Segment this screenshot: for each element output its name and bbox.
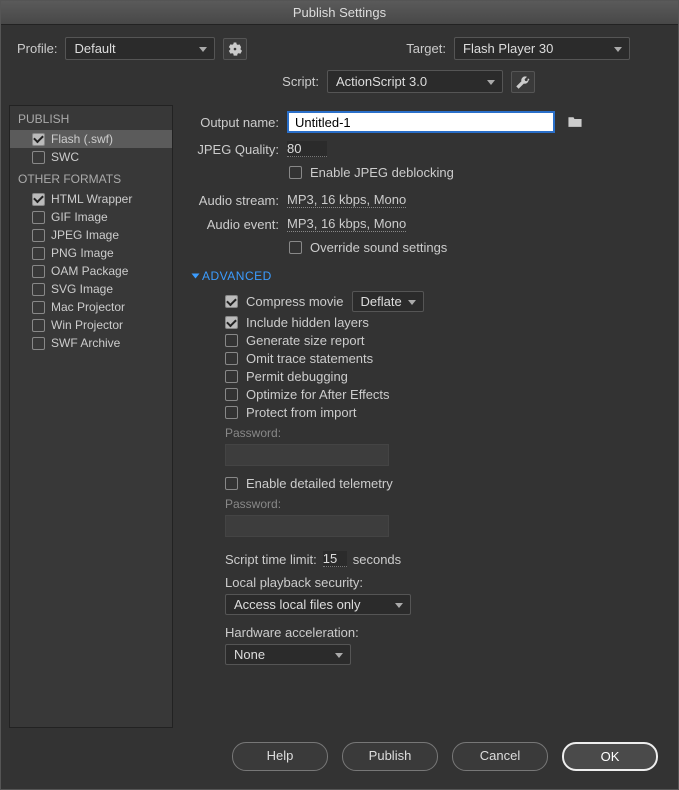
enable-telemetry-checkbox[interactable] bbox=[225, 477, 238, 490]
help-button[interactable]: Help bbox=[232, 742, 328, 771]
omit-trace-label: Omit trace statements bbox=[246, 351, 373, 366]
permit-debugging-label: Permit debugging bbox=[246, 369, 348, 384]
format-sidebar: PUBLISH Flash (.swf) SWC OTHER FORMATS HT… bbox=[9, 105, 173, 728]
optimize-ae-label: Optimize for After Effects bbox=[246, 387, 390, 402]
sidebar-item[interactable]: SWC bbox=[10, 148, 172, 166]
enable-jpeg-deblocking-label: Enable JPEG deblocking bbox=[310, 165, 454, 180]
jpeg-quality-label: JPEG Quality: bbox=[193, 142, 279, 157]
sidebar-item[interactable]: GIF Image bbox=[10, 208, 172, 226]
publish-button[interactable]: Publish bbox=[342, 742, 438, 771]
sidebar-item-label: Mac Projector bbox=[51, 300, 125, 314]
sidebar-item-label: PNG Image bbox=[51, 246, 114, 260]
override-sound-checkbox[interactable] bbox=[289, 241, 302, 254]
generate-size-report-checkbox[interactable] bbox=[225, 334, 238, 347]
sidebar-item-checkbox[interactable] bbox=[32, 133, 45, 146]
browse-folder-button[interactable] bbox=[563, 111, 587, 133]
sidebar-item-label: OAM Package bbox=[51, 264, 128, 278]
sidebar-item[interactable]: JPEG Image bbox=[10, 226, 172, 244]
sidebar-item-checkbox[interactable] bbox=[32, 283, 45, 296]
local-playback-label: Local playback security: bbox=[225, 575, 662, 590]
include-hidden-layers-checkbox[interactable] bbox=[225, 316, 238, 329]
omit-trace-checkbox[interactable] bbox=[225, 352, 238, 365]
sidebar-item-label: GIF Image bbox=[51, 210, 108, 224]
sidebar-item-checkbox[interactable] bbox=[32, 229, 45, 242]
ok-button[interactable]: OK bbox=[562, 742, 658, 771]
include-hidden-layers-label: Include hidden layers bbox=[246, 315, 369, 330]
sidebar-item[interactable]: Flash (.swf) bbox=[10, 130, 172, 148]
sidebar-item[interactable]: SWF Archive bbox=[10, 334, 172, 352]
sidebar-item[interactable]: Mac Projector bbox=[10, 298, 172, 316]
optimize-ae-checkbox[interactable] bbox=[225, 388, 238, 401]
profile-select[interactable]: Default bbox=[65, 37, 215, 60]
sidebar-item[interactable]: HTML Wrapper bbox=[10, 190, 172, 208]
folder-icon bbox=[568, 115, 582, 129]
generate-size-report-label: Generate size report bbox=[246, 333, 365, 348]
compress-movie-label: Compress movie bbox=[246, 294, 344, 309]
sidebar-item-checkbox[interactable] bbox=[32, 301, 45, 314]
compress-movie-checkbox[interactable] bbox=[225, 295, 238, 308]
titlebar: Publish Settings bbox=[1, 1, 678, 25]
password-input-1[interactable] bbox=[225, 444, 389, 466]
gear-icon bbox=[228, 42, 242, 56]
password-input-2[interactable] bbox=[225, 515, 389, 537]
profile-options-button[interactable] bbox=[223, 38, 247, 60]
sidebar-item-label: Win Projector bbox=[51, 318, 123, 332]
publish-settings-dialog: Publish Settings Profile: Default Target… bbox=[0, 0, 679, 790]
seconds-label: seconds bbox=[353, 552, 401, 567]
sidebar-item-label: SWC bbox=[51, 150, 79, 164]
sidebar-item-label: JPEG Image bbox=[51, 228, 119, 242]
sidebar-item-checkbox[interactable] bbox=[32, 247, 45, 260]
script-time-limit-input[interactable] bbox=[323, 551, 347, 567]
actionscript-settings-button[interactable] bbox=[511, 71, 535, 93]
enable-telemetry-label: Enable detailed telemetry bbox=[246, 476, 393, 491]
sidebar-item-checkbox[interactable] bbox=[32, 265, 45, 278]
output-name-label: Output name: bbox=[193, 115, 279, 130]
script-select[interactable]: ActionScript 3.0 bbox=[327, 70, 503, 93]
target-label: Target: bbox=[396, 41, 446, 56]
sidebar-item[interactable]: Win Projector bbox=[10, 316, 172, 334]
sidebar-item-checkbox[interactable] bbox=[32, 193, 45, 206]
sidebar-item[interactable]: PNG Image bbox=[10, 244, 172, 262]
enable-jpeg-deblocking-checkbox[interactable] bbox=[289, 166, 302, 179]
sidebar-item-checkbox[interactable] bbox=[32, 337, 45, 350]
settings-panel: Output name: JPEG Quality: Enable JPEG d… bbox=[173, 105, 662, 728]
sidebar-item-label: Flash (.swf) bbox=[51, 132, 113, 146]
output-name-input[interactable] bbox=[287, 111, 555, 133]
target-select[interactable]: Flash Player 30 bbox=[454, 37, 630, 60]
sidebar-item[interactable]: OAM Package bbox=[10, 262, 172, 280]
sidebar-item[interactable]: SVG Image bbox=[10, 280, 172, 298]
password-label-2: Password: bbox=[225, 497, 662, 511]
other-formats-group-label: OTHER FORMATS bbox=[10, 166, 172, 190]
compress-method-select[interactable]: Deflate bbox=[352, 291, 424, 312]
audio-event-link[interactable]: MP3, 16 kbps, Mono bbox=[287, 216, 406, 232]
sidebar-item-checkbox[interactable] bbox=[32, 319, 45, 332]
sidebar-item-label: HTML Wrapper bbox=[51, 192, 132, 206]
script-label: Script: bbox=[269, 74, 319, 89]
publish-group-label: PUBLISH bbox=[10, 106, 172, 130]
profile-label: Profile: bbox=[17, 41, 57, 56]
audio-event-label: Audio event: bbox=[193, 217, 279, 232]
local-playback-select[interactable]: Access local files only bbox=[225, 594, 411, 615]
permit-debugging-checkbox[interactable] bbox=[225, 370, 238, 383]
sidebar-item-label: SWF Archive bbox=[51, 336, 120, 350]
hw-accel-label: Hardware acceleration: bbox=[225, 625, 662, 640]
audio-stream-label: Audio stream: bbox=[193, 193, 279, 208]
sidebar-item-checkbox[interactable] bbox=[32, 211, 45, 224]
button-bar: Help Publish Cancel OK bbox=[1, 728, 678, 789]
cancel-button[interactable]: Cancel bbox=[452, 742, 548, 771]
password-label-1: Password: bbox=[225, 426, 662, 440]
advanced-section-toggle[interactable]: ADVANCED bbox=[193, 269, 662, 283]
audio-stream-link[interactable]: MP3, 16 kbps, Mono bbox=[287, 192, 406, 208]
override-sound-label: Override sound settings bbox=[310, 240, 447, 255]
jpeg-quality-input[interactable] bbox=[287, 141, 327, 157]
wrench-icon bbox=[516, 75, 530, 89]
script-time-limit-label: Script time limit: bbox=[225, 552, 317, 567]
protect-import-checkbox[interactable] bbox=[225, 406, 238, 419]
hw-accel-select[interactable]: None bbox=[225, 644, 351, 665]
protect-import-label: Protect from import bbox=[246, 405, 357, 420]
sidebar-item-checkbox[interactable] bbox=[32, 151, 45, 164]
sidebar-item-label: SVG Image bbox=[51, 282, 113, 296]
